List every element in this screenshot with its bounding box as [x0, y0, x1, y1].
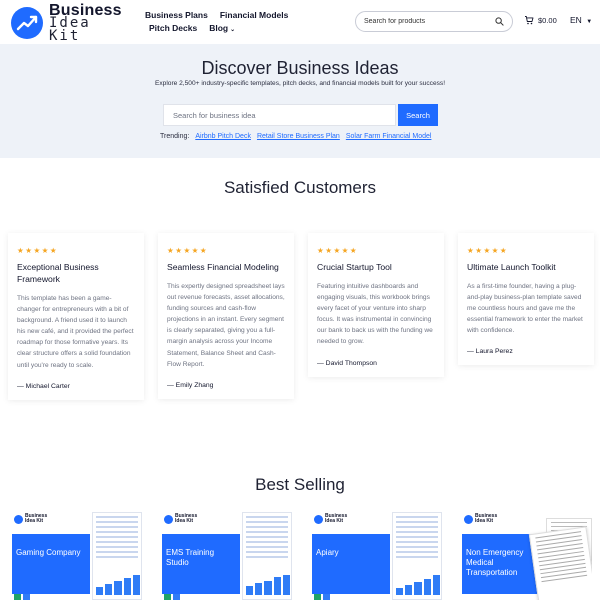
product-logo: Business Idea Kit [464, 514, 497, 524]
cart-button[interactable]: $0.00 [524, 15, 557, 25]
language-selector[interactable]: EN ▼ [570, 15, 592, 25]
hero-title: Discover Business Ideas [201, 58, 399, 78]
spreadsheet-preview [392, 512, 442, 600]
spreadsheet-preview [242, 512, 292, 600]
file-type-icons [14, 594, 30, 600]
hero-section: Discover Business Ideas Explore 2,500+ i… [0, 44, 600, 158]
logo-chart-icon [14, 514, 23, 524]
product-logo: Business Idea Kit [314, 514, 347, 524]
nav-financial-models[interactable]: Financial Models [220, 9, 289, 22]
testimonial-title: Exceptional Business Framework [17, 262, 99, 284]
logo-line2: Idea Kit [49, 14, 91, 44]
product-cover: Business Idea Kit Non Emergency Medical T… [462, 510, 540, 600]
file-type-icons [164, 594, 180, 600]
product-name: Apiary [312, 534, 390, 594]
testimonial-author: — Emily Zhang [167, 381, 214, 389]
product-logo: Business Idea Kit [164, 514, 197, 524]
logo-chart-icon [314, 514, 323, 524]
trending-label: Trending: [160, 133, 190, 140]
product-card[interactable]: Business Idea Kit Gaming Company [12, 510, 142, 600]
testimonial-author: — Michael Carter [17, 382, 70, 390]
logo-chart-icon [11, 7, 43, 39]
hero-subtitle: Explore 2,500+ industry-specific templat… [154, 80, 446, 87]
trending-links: Trending: Airbnb Pitch Deck Retail Store… [160, 133, 431, 140]
search-icon[interactable] [495, 17, 504, 26]
product-logo-line2: Idea Kit [175, 518, 194, 524]
trending-link[interactable]: Solar Farm Financial Model [346, 133, 432, 140]
testimonials-title: Satisfied Customers [223, 178, 377, 197]
testimonial-text: This template has been a game-changer fo… [17, 295, 134, 369]
spreadsheet-preview [92, 512, 142, 600]
product-name: Non Emergency Medical Transportation [462, 534, 540, 594]
rating-stars-icon: ★★★★★ [317, 246, 359, 255]
product-card[interactable]: Business Idea Kit Non Emergency Medical T… [462, 510, 592, 600]
product-search-input[interactable] [364, 18, 495, 25]
business-idea-search-input[interactable] [163, 104, 396, 126]
cart-total: $0.00 [538, 15, 557, 25]
caret-down-icon: ▼ [586, 19, 593, 25]
nav-blog-label: Blog [209, 23, 229, 33]
main-nav: Business Plans Financial Models Pitch De… [145, 9, 288, 37]
site-header: Business Idea Kit Business Plans Financi… [0, 0, 600, 44]
rating-stars-icon: ★★★★★ [17, 246, 59, 255]
product-logo-line2: Idea Kit [325, 518, 344, 524]
trending-link[interactable]: Retail Store Business Plan [257, 133, 340, 140]
product-name: EMS Training Studio [162, 534, 240, 594]
product-logo-line2: Idea Kit [475, 518, 494, 524]
testimonial-card: ★★★★★ Seamless Financial Modeling This e… [158, 233, 294, 399]
testimonial-text: Featuring intuitive dashboards and engag… [317, 283, 433, 346]
product-card[interactable]: Business Idea Kit EMS Training Studio [162, 510, 292, 600]
language-label: EN [570, 15, 582, 25]
file-type-icons [314, 594, 330, 600]
testimonial-text: This expertly designed spreadsheet lays … [167, 283, 285, 368]
testimonial-text: As a first-time founder, having a plug-a… [467, 283, 583, 335]
testimonial-card: ★★★★★ Ultimate Launch Toolkit As a first… [458, 233, 594, 366]
testimonial-card: ★★★★★ Exceptional Business Framework Thi… [8, 233, 144, 400]
product-cover: Business Idea Kit Apiary [312, 510, 390, 600]
nav-business-plans[interactable]: Business Plans [145, 9, 208, 22]
product-logo: Business Idea Kit [14, 514, 47, 524]
cart-icon [525, 16, 534, 25]
product-search [355, 11, 513, 32]
chevron-down-icon: ⌄ [230, 27, 236, 33]
testimonial-title: Ultimate Launch Toolkit [467, 262, 556, 272]
nav-pitch-decks[interactable]: Pitch Decks [149, 22, 197, 37]
product-cover: Business Idea Kit EMS Training Studio [162, 510, 240, 600]
testimonial-title: Crucial Startup Tool [317, 262, 392, 272]
best-selling-title: Best Selling [255, 475, 345, 494]
testimonial-card: ★★★★★ Crucial Startup Tool Featuring int… [308, 233, 444, 377]
testimonial-title: Seamless Financial Modeling [167, 262, 279, 272]
product-logo-line2: Idea Kit [25, 518, 44, 524]
product-card[interactable]: Business Idea Kit Apiary [312, 510, 442, 600]
testimonial-author: — Laura Perez [467, 348, 513, 356]
logo-chart-icon [164, 514, 173, 524]
product-name: Gaming Company [12, 534, 90, 594]
rating-stars-icon: ★★★★★ [467, 246, 509, 255]
rating-stars-icon: ★★★★★ [167, 246, 209, 255]
logo-chart-icon [464, 514, 473, 524]
site-logo[interactable]: Business Idea Kit [11, 2, 131, 44]
nav-blog[interactable]: Blog ⌄ [209, 22, 235, 37]
search-button[interactable]: Search [398, 104, 438, 126]
hero-search: Search [163, 104, 438, 126]
document-preview [528, 526, 592, 600]
testimonial-author: — David Thompson [317, 359, 377, 367]
trending-link[interactable]: Airbnb Pitch Deck [195, 133, 251, 140]
product-cover: Business Idea Kit Gaming Company [12, 510, 90, 600]
